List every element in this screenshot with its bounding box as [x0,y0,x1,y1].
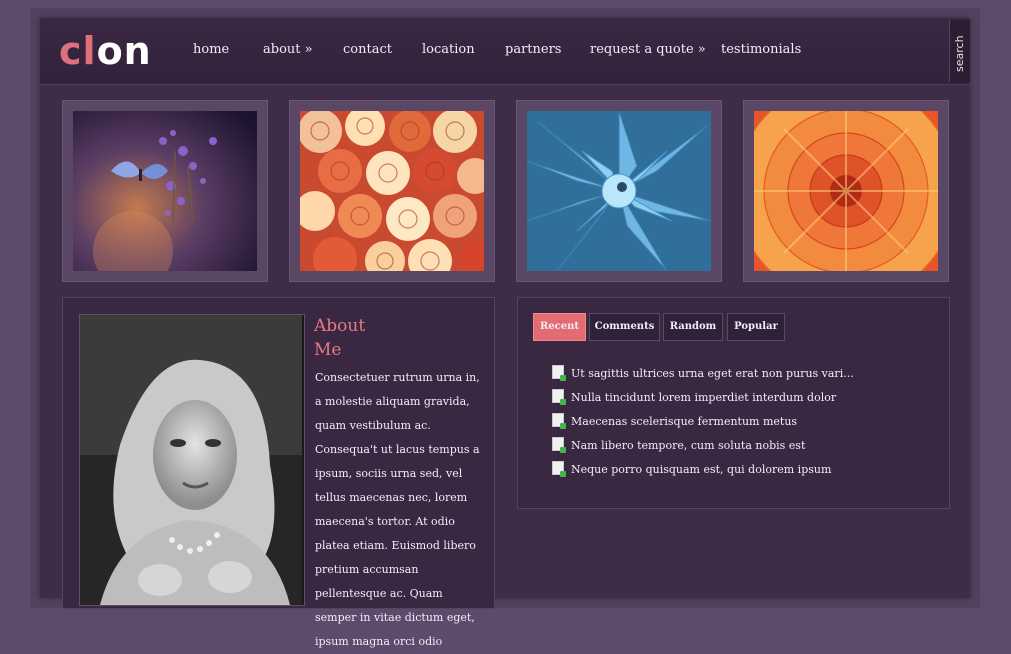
post-item[interactable]: Neque porro quisquam est, qui dolorem ip… [552,461,831,477]
document-icon [552,365,566,381]
nav-contact[interactable]: contact [343,42,392,57]
logo-part1: cl [59,29,97,73]
nav-location[interactable]: location [422,42,475,57]
tab-random[interactable]: Random [663,313,723,341]
nav-testimonials[interactable]: testimonials [721,42,801,57]
nav-about[interactable]: about » [263,42,313,57]
dahlia-image [754,111,938,271]
document-icon [552,437,566,453]
about-title: About Me [314,314,365,362]
tab-recent[interactable]: Recent [533,313,586,341]
search-button[interactable]: search [949,20,970,82]
site-header: clon home about » contact location partn… [40,18,970,85]
gallery-thumb-butterfly[interactable] [62,100,268,282]
logo-part2: on [96,29,152,73]
about-title-line1: About [314,316,366,336]
search-label: search [953,35,966,72]
post-item[interactable]: Ut sagittis ultrices urna eget erat non … [552,365,854,381]
nav-request-quote[interactable]: request a quote » [590,42,706,57]
tab-comments[interactable]: Comments [589,313,660,341]
post-title[interactable]: Nulla tincidunt lorem imperdiet interdum… [571,391,836,404]
post-title[interactable]: Nam libero tempore, cum soluta nobis est [571,439,805,452]
gallery-thumb-roses[interactable] [289,100,495,282]
post-item[interactable]: Maecenas scelerisque fermentum metus [552,413,797,429]
post-title[interactable]: Neque porro quisquam est, qui dolorem ip… [571,463,831,476]
post-item[interactable]: Nulla tincidunt lorem imperdiet interdum… [552,389,836,405]
gallery-thumb-agave[interactable] [516,100,722,282]
site-wrapper: clon home about » contact location partn… [40,18,970,648]
gallery-thumb-dahlia[interactable] [743,100,949,282]
nav-home[interactable]: home [193,42,229,57]
site-logo[interactable]: clon [59,31,152,71]
about-title-line2: Me [314,340,342,360]
post-title[interactable]: Maecenas scelerisque fermentum metus [571,415,797,428]
roses-image [300,111,484,271]
document-icon [552,389,566,405]
about-text: Consectetuer rutrum urna in, a molestie … [315,371,480,648]
butterfly-image [73,111,257,271]
tab-popular[interactable]: Popular [727,313,785,341]
nav-partners[interactable]: partners [505,42,561,57]
document-icon [552,413,566,429]
document-icon [552,461,566,477]
agave-image [527,111,711,271]
post-item[interactable]: Nam libero tempore, cum soluta nobis est [552,437,805,453]
portrait-photo [79,314,305,606]
post-title[interactable]: Ut sagittis ultrices urna eget erat non … [571,367,854,380]
